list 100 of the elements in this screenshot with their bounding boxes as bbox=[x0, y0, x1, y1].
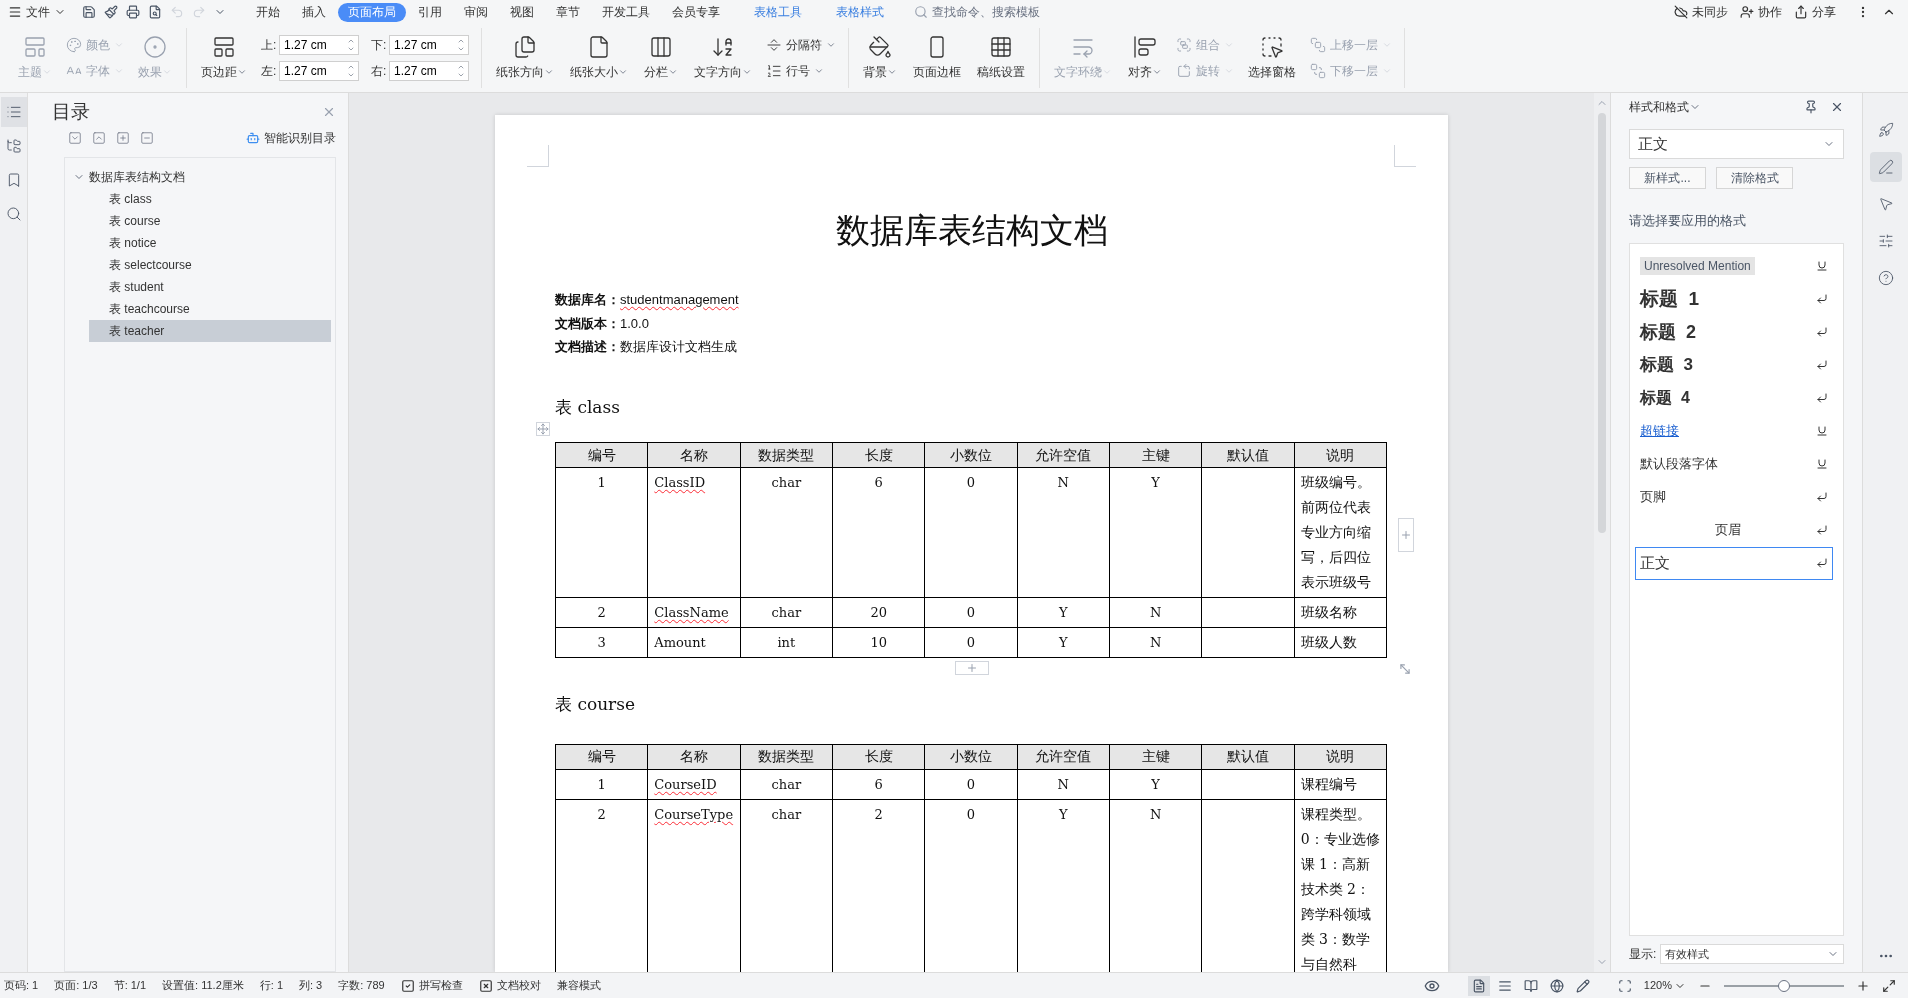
style-item[interactable]: 超链接 bbox=[1635, 414, 1833, 448]
zoom-menu[interactable]: 120% bbox=[1643, 977, 1686, 994]
column-header: 数据类型 bbox=[740, 744, 833, 769]
ribbon-button[interactable]: 页边距 bbox=[195, 28, 253, 88]
ribbon-button[interactable]: 稿纸设置 bbox=[971, 28, 1031, 88]
style-item[interactable]: 标题 2 bbox=[1635, 315, 1833, 349]
spin-field[interactable]: 1.27 cm bbox=[389, 35, 469, 55]
field-label: 下: bbox=[371, 37, 387, 54]
side-tool[interactable] bbox=[1869, 152, 1902, 182]
style-item[interactable]: 标题 1 bbox=[1635, 282, 1833, 316]
spin-up-icon[interactable] bbox=[456, 63, 466, 71]
toolbar-button[interactable]: 协作 bbox=[1740, 3, 1782, 21]
page-view-icon bbox=[1471, 978, 1486, 993]
ribbon-tab[interactable]: 表格工具 bbox=[744, 2, 812, 22]
slider-thumb[interactable] bbox=[1778, 979, 1790, 992]
ribbon-tab[interactable]: 表格样式 bbox=[826, 2, 894, 22]
zoom-in-icon[interactable] bbox=[1856, 978, 1870, 993]
status-button[interactable]: 拼写检查 bbox=[400, 977, 463, 994]
ribbon-button[interactable]: 纸张大小 bbox=[564, 28, 634, 88]
file-menu[interactable]: 文件 bbox=[4, 3, 70, 21]
ribbon-button[interactable]: 文字方向 bbox=[688, 28, 758, 88]
spin-up-icon[interactable] bbox=[346, 63, 356, 71]
tree-item[interactable]: 表 notice bbox=[89, 232, 331, 254]
save-icon[interactable] bbox=[82, 5, 96, 19]
style-item[interactable]: 页脚 bbox=[1635, 480, 1833, 514]
column-header: 说明 bbox=[1294, 442, 1387, 468]
ribbon-tab[interactable]: 审阅 bbox=[454, 2, 498, 22]
spin-down-icon[interactable] bbox=[346, 71, 356, 79]
move-handle-icon[interactable] bbox=[536, 422, 550, 436]
tree-item[interactable]: 数据库表结构文档 bbox=[65, 166, 331, 188]
spin-up-icon[interactable] bbox=[456, 37, 466, 45]
section-heading: 表 class bbox=[555, 395, 621, 419]
ribbon-button[interactable]: 分隔符 bbox=[766, 36, 836, 54]
resize-handle-icon[interactable] bbox=[1398, 662, 1412, 676]
table-cell: N bbox=[1109, 597, 1202, 628]
style-select[interactable]: 正文 bbox=[1629, 129, 1844, 159]
spin-field[interactable]: 1.27 cm bbox=[389, 61, 469, 81]
ribbon-button[interactable]: 分栏 bbox=[638, 28, 684, 88]
ribbon-button[interactable]: 对齐 bbox=[1122, 28, 1168, 88]
style-item[interactable]: 标题 3 bbox=[1635, 348, 1833, 382]
table-cell: ClassID bbox=[647, 467, 741, 598]
bring-forward-icon bbox=[1310, 37, 1326, 53]
fit-icon[interactable] bbox=[1617, 978, 1632, 993]
search-field[interactable]: 查找命令、搜索模板 bbox=[914, 3, 1062, 21]
expand-icon[interactable] bbox=[68, 131, 82, 145]
format-painter-icon[interactable] bbox=[104, 5, 118, 19]
tree-item[interactable]: 表 course bbox=[89, 210, 331, 232]
ribbon-tab[interactable]: 插入 bbox=[292, 2, 336, 22]
show-select[interactable]: 有效样式 bbox=[1660, 944, 1844, 964]
ribbon-tab[interactable]: 视图 bbox=[500, 2, 544, 22]
pin-icon[interactable] bbox=[1804, 100, 1818, 114]
panel-button[interactable]: 新样式... bbox=[1629, 167, 1706, 189]
style-item[interactable]: 页眉 bbox=[1635, 513, 1833, 547]
ribbon-tab[interactable]: 引用 bbox=[408, 2, 452, 22]
paint-bucket-icon bbox=[868, 35, 892, 59]
toolbar-button[interactable]: 未同步 bbox=[1674, 3, 1728, 21]
ribbon-button[interactable]: 背景 bbox=[857, 28, 903, 88]
tree-item[interactable]: 表 teachcourse bbox=[89, 298, 331, 320]
toolbar-button[interactable]: 分享 bbox=[1794, 3, 1836, 21]
ribbon-button[interactable]: 纸张方向 bbox=[490, 28, 560, 88]
spin-down-icon[interactable] bbox=[346, 45, 356, 53]
spin-field[interactable]: 1.27 cm bbox=[279, 61, 359, 81]
column-header: 主键 bbox=[1109, 744, 1202, 769]
pen-icon[interactable] bbox=[1575, 978, 1590, 993]
spin-up-icon[interactable] bbox=[346, 37, 356, 45]
tree-item[interactable]: 表 teacher bbox=[89, 320, 331, 342]
add-column-button[interactable] bbox=[1398, 518, 1414, 552]
style-item[interactable]: 标题 4 bbox=[1635, 381, 1833, 415]
demote-icon[interactable] bbox=[140, 131, 154, 145]
promote-icon[interactable] bbox=[116, 131, 130, 145]
smart-toc-button[interactable]: 智能识别目录 bbox=[246, 129, 336, 147]
style-item[interactable]: 默认段落字体 bbox=[1635, 447, 1833, 481]
tree-item[interactable]: 表 student bbox=[89, 276, 331, 298]
spin-down-icon[interactable] bbox=[456, 71, 466, 79]
ribbon-button[interactable]: 页面边框 bbox=[907, 28, 967, 88]
tree-item[interactable]: 表 class bbox=[89, 188, 331, 210]
ribbon-tab[interactable]: 开始 bbox=[246, 2, 290, 22]
fullscreen-icon[interactable] bbox=[1882, 978, 1896, 993]
add-row-button[interactable] bbox=[955, 661, 989, 675]
close-icon[interactable] bbox=[1830, 100, 1844, 114]
ribbon-tab[interactable]: 会员专享 bbox=[662, 2, 730, 22]
view-button[interactable] bbox=[1467, 975, 1490, 996]
status-button[interactable]: 文档校对 bbox=[478, 977, 541, 994]
sidebar-tab[interactable] bbox=[0, 97, 27, 127]
spin-down-icon[interactable] bbox=[456, 45, 466, 53]
ribbon-button[interactable]: 行号 bbox=[766, 62, 836, 80]
print-icon[interactable] bbox=[126, 5, 140, 19]
ribbon-tab[interactable]: 开发工具 bbox=[592, 2, 660, 22]
tree-item[interactable]: 表 selectcourse bbox=[89, 254, 331, 276]
style-item[interactable]: Unresolved Mention bbox=[1635, 249, 1833, 283]
style-item[interactable]: 正文 bbox=[1635, 546, 1833, 580]
ribbon-button[interactable]: 选择窗格 bbox=[1242, 28, 1302, 88]
print-preview-icon[interactable] bbox=[148, 5, 162, 19]
meta-line: 数据库名：studentmanagement bbox=[555, 291, 740, 309]
outline-icon bbox=[5, 104, 22, 120]
rotate-icon bbox=[1176, 63, 1192, 79]
panel-button[interactable]: 清除格式 bbox=[1716, 167, 1793, 189]
ribbon-tab[interactable]: 章节 bbox=[546, 2, 590, 22]
scroll-thumb[interactable] bbox=[1598, 113, 1606, 533]
spin-field[interactable]: 1.27 cm bbox=[279, 35, 359, 55]
